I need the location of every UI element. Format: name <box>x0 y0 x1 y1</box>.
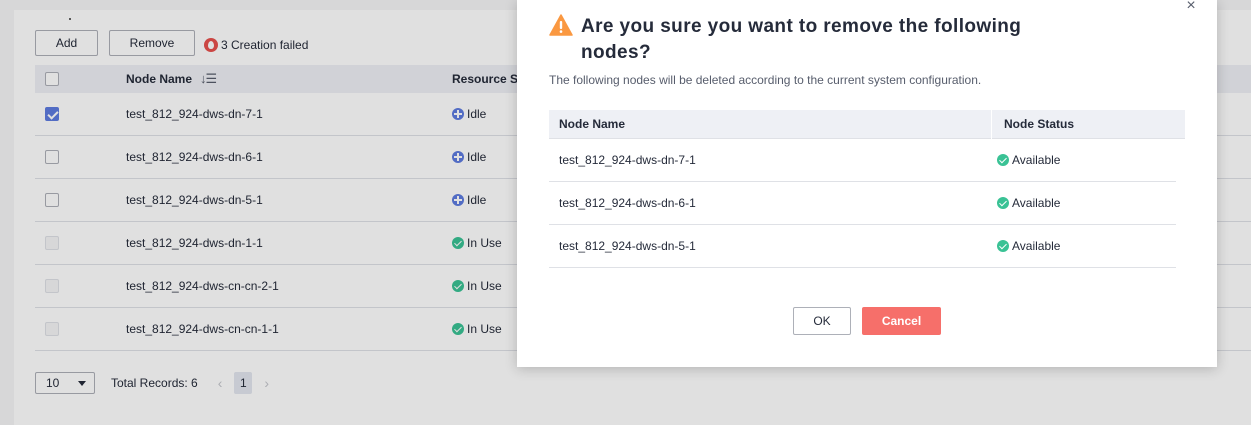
dialog-node-status-cell: Available <box>997 182 1060 224</box>
dialog-node-name: test_812_924-dws-dn-6-1 <box>559 196 696 210</box>
dialog-node-status-label: Available <box>1012 196 1061 210</box>
available-status-icon <box>997 240 1009 252</box>
dialog-node-status: Available <box>997 196 1060 210</box>
dialog-header-node-name: Node Name <box>559 117 626 131</box>
dialog-node-status-cell: Available <box>997 225 1060 267</box>
column-divider <box>991 110 992 139</box>
dialog-node-status-cell: Available <box>997 139 1060 181</box>
ok-button[interactable]: OK <box>793 307 851 335</box>
close-icon[interactable]: × <box>1183 0 1199 14</box>
available-status-icon <box>997 154 1009 166</box>
dialog-table-row: test_812_924-dws-dn-7-1 Available <box>549 139 1176 182</box>
available-status-icon <box>997 197 1009 209</box>
dialog-table-row: test_812_924-dws-dn-5-1 Available <box>549 225 1176 268</box>
remove-nodes-dialog: × Are you sure you want to remove the fo… <box>517 0 1217 367</box>
dialog-node-name: test_812_924-dws-dn-5-1 <box>559 239 696 253</box>
dialog-node-name: test_812_924-dws-dn-7-1 <box>559 153 696 167</box>
dialog-description: The following nodes will be deleted acco… <box>549 73 982 87</box>
dialog-node-status: Available <box>997 239 1060 253</box>
cancel-button[interactable]: Cancel <box>862 307 941 335</box>
dialog-table-row: test_812_924-dws-dn-6-1 Available <box>549 182 1176 225</box>
dialog-table-header: Node Name Node Status <box>549 110 1185 139</box>
warning-icon <box>549 14 573 36</box>
dialog-node-status-label: Available <box>1012 153 1061 167</box>
dialog-header-node-status: Node Status <box>1004 117 1075 131</box>
dialog-title: Are you sure you want to remove the foll… <box>581 16 1022 63</box>
dialog-node-status-label: Available <box>1012 239 1061 253</box>
dialog-node-status: Available <box>997 153 1060 167</box>
